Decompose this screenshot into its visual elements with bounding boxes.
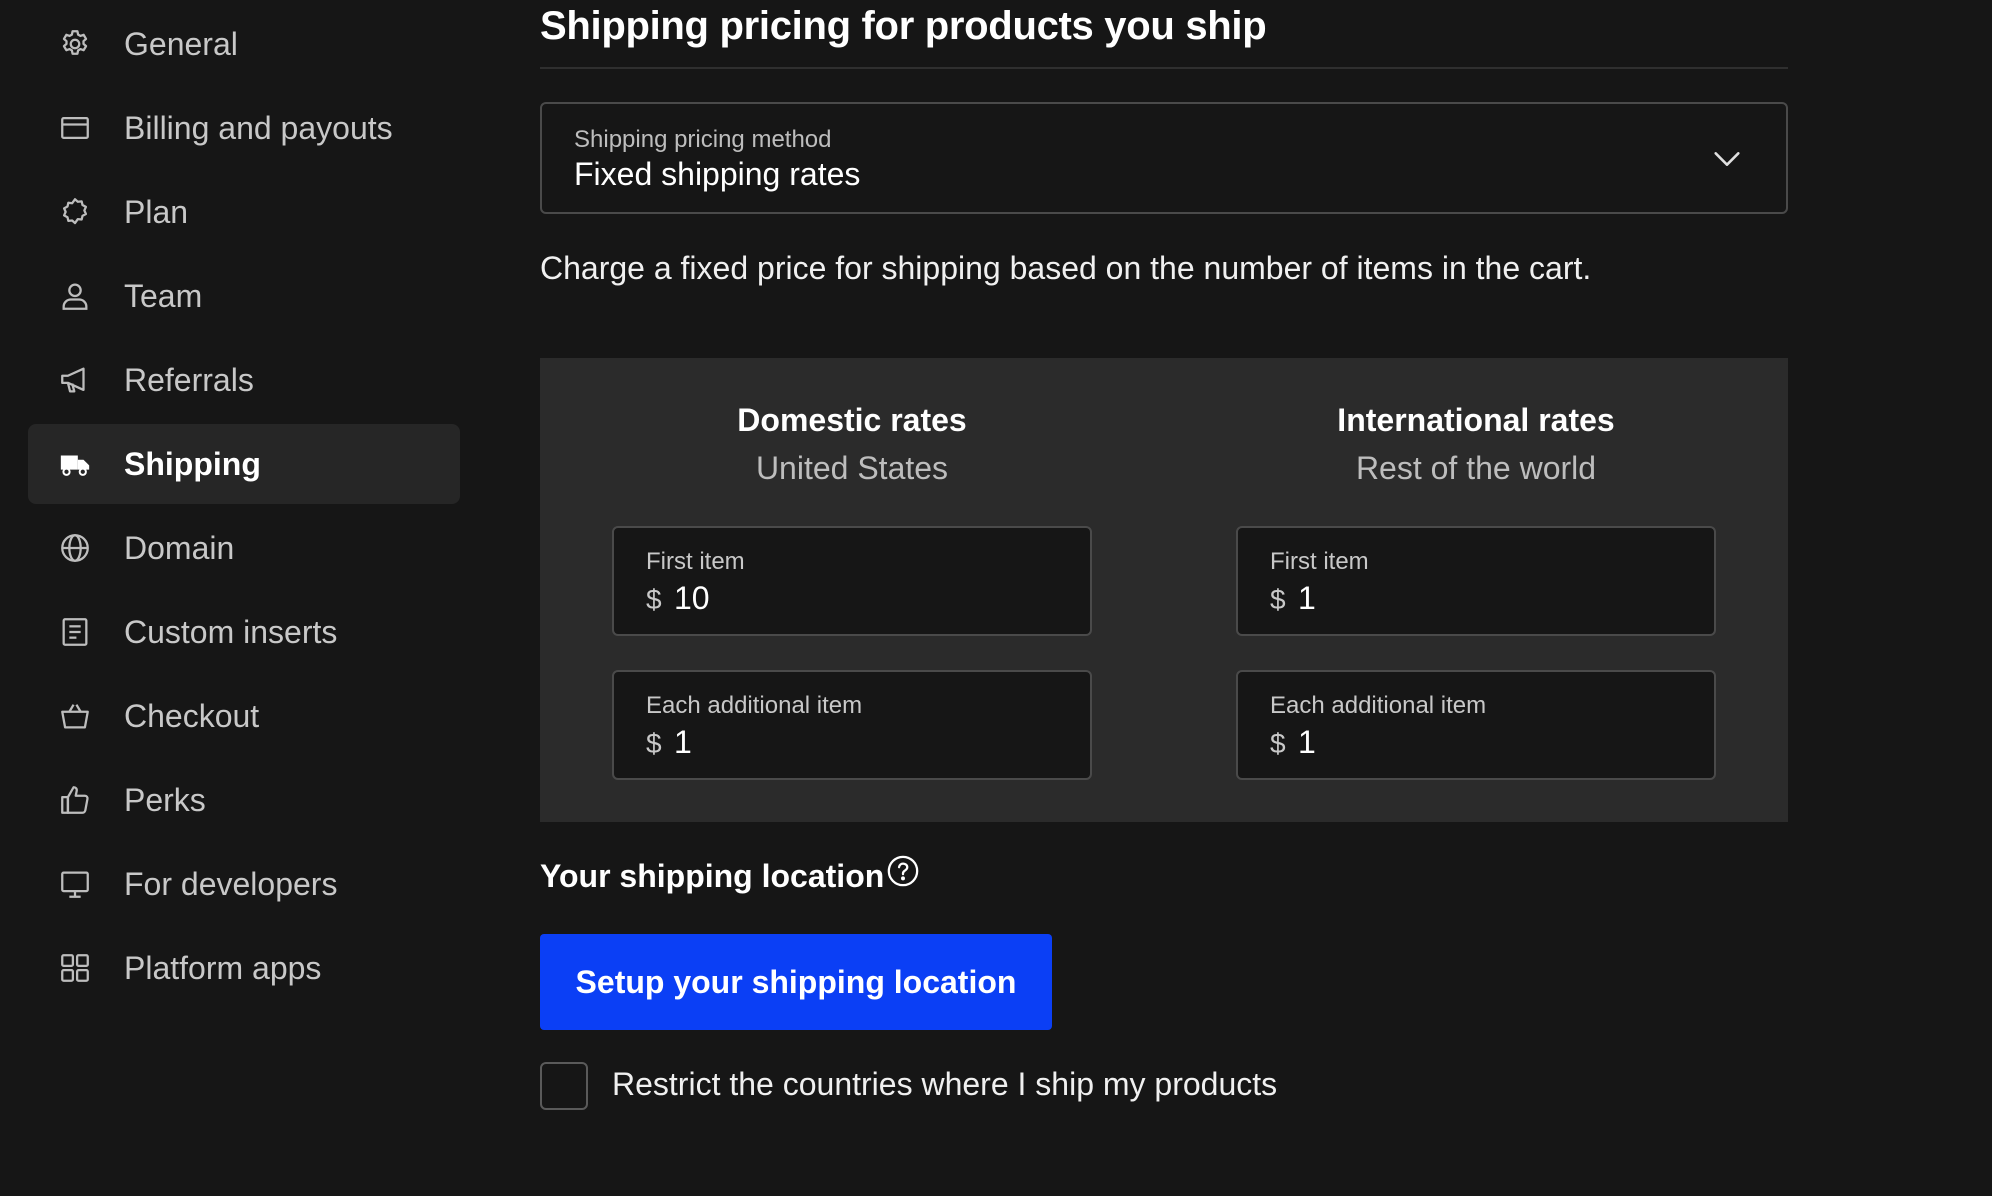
sidebar-item-label: Billing and payouts [124,109,393,146]
international-rates-title: International rates [1337,402,1615,438]
sidebar-item-referrals[interactable]: Referrals [28,340,460,420]
sidebar-item-label: General [124,25,238,62]
domestic-rates-title: Domestic rates [737,402,967,438]
sidebar-item-label: Perks [124,781,206,818]
domestic-additional-item-input[interactable]: Each additional item $ 1 [612,670,1092,780]
sidebar-item-label: Domain [124,529,235,566]
sidebar-item-perks[interactable]: Perks [28,760,460,840]
select-label: Shipping pricing method [574,126,832,153]
sidebar-item-custom-inserts[interactable]: Custom inserts [28,592,460,672]
sidebar-item-label: For developers [124,865,338,902]
field-value: 10 [674,580,710,616]
sidebar-item-label: Platform apps [124,949,322,986]
shipping-pricing-method-select[interactable]: Shipping pricing method Fixed shipping r… [540,102,1788,214]
sidebar-item-billing[interactable]: Billing and payouts [28,88,460,168]
currency-symbol: $ [646,728,662,759]
sidebar: General Billing and payouts Plan Team Re… [0,0,480,1196]
sidebar-item-team[interactable]: Team [28,256,460,336]
thumbs-up-icon [58,783,92,817]
restrict-countries-label[interactable]: Restrict the countries where I ship my p… [612,1066,1277,1103]
sidebar-item-platform-apps[interactable]: Platform apps [28,928,460,1008]
sidebar-item-label: Plan [124,193,189,230]
monitor-icon [58,867,92,901]
sidebar-item-shipping[interactable]: Shipping [28,424,460,504]
restrict-countries-checkbox[interactable] [540,1062,588,1110]
international-rates-subtitle: Rest of the world [1355,450,1597,486]
international-first-item-input[interactable]: First item $ 1 [1236,526,1716,636]
field-label: Each additional item [646,692,863,719]
grid-icon [58,951,92,985]
currency-symbol: $ [1270,584,1286,615]
credit-card-icon [58,111,92,145]
field-label: First item [646,548,745,575]
sidebar-item-label: Shipping [124,445,261,482]
basket-icon [58,699,92,733]
badge-icon [58,195,92,229]
domestic-rates-subtitle: United States [755,450,949,486]
shipping-location-heading: Your shipping location [540,858,885,894]
page-title: Shipping pricing for products you ship [540,4,1267,48]
user-icon [58,279,92,313]
field-value: 1 [1298,724,1316,760]
gear-icon [58,27,92,61]
divider [540,67,1788,69]
setup-shipping-location-button[interactable]: Setup your shipping location [540,934,1052,1030]
sidebar-item-for-developers[interactable]: For developers [28,844,460,924]
field-value: 1 [1298,580,1316,616]
international-additional-item-input[interactable]: Each additional item $ 1 [1236,670,1716,780]
sidebar-item-label: Checkout [124,697,260,734]
sidebar-item-plan[interactable]: Plan [28,172,460,252]
globe-icon [58,531,92,565]
sidebar-item-label: Referrals [124,361,254,398]
truck-icon [58,447,92,481]
field-label: Each additional item [1270,692,1487,719]
field-label: First item [1270,548,1369,575]
field-value: 1 [674,724,692,760]
select-value: Fixed shipping rates [574,156,861,192]
domestic-first-item-input[interactable]: First item $ 10 [612,526,1092,636]
sidebar-item-checkout[interactable]: Checkout [28,676,460,756]
megaphone-icon [58,363,92,397]
rates-panel: Domestic rates United States First item … [540,358,1788,822]
pricing-description: Charge a fixed price for shipping based … [540,250,1592,286]
sidebar-item-label: Custom inserts [124,613,338,650]
currency-symbol: $ [646,584,662,615]
chevron-down-icon [1710,142,1744,176]
sidebar-item-label: Team [124,277,203,314]
currency-symbol: $ [1270,728,1286,759]
sidebar-item-domain[interactable]: Domain [28,508,460,588]
help-icon[interactable] [886,854,920,888]
document-icon [58,615,92,649]
sidebar-item-general[interactable]: General [28,4,460,84]
